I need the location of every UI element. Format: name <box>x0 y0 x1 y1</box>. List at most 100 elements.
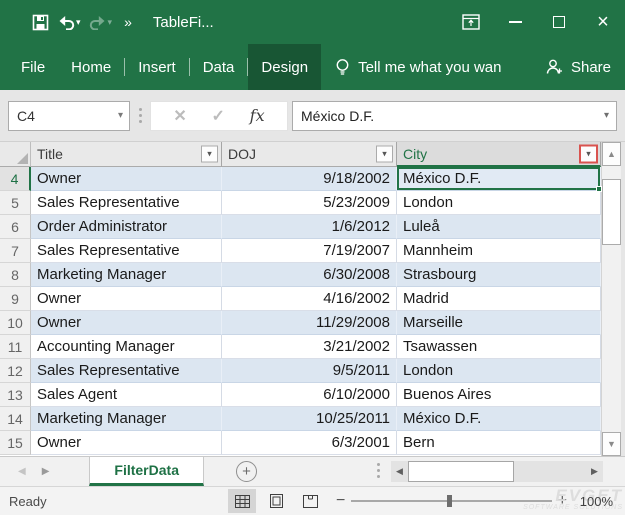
save-button[interactable] <box>30 9 51 35</box>
row-header[interactable]: 4 <box>0 167 31 191</box>
cell[interactable]: 5/23/2009 <box>222 191 397 215</box>
row-header[interactable]: 7 <box>0 239 31 263</box>
row-header[interactable]: 11 <box>0 335 31 359</box>
enter-entry-button[interactable]: ✓ <box>212 106 225 126</box>
cancel-entry-button[interactable]: ✕ <box>173 106 186 126</box>
tab-file[interactable]: File <box>8 44 58 90</box>
horizontal-scrollbar-thumb[interactable] <box>408 461 514 482</box>
qat-overflow-button[interactable]: » <box>124 14 131 30</box>
cell[interactable]: Marseille <box>397 311 601 335</box>
zoom-slider-thumb[interactable] <box>447 495 452 507</box>
cell[interactable]: Madrid <box>397 287 601 311</box>
formula-bar-input[interactable]: México D.F. ▾ <box>292 101 617 131</box>
row-header[interactable]: 6 <box>0 215 31 239</box>
cell[interactable]: Sales Representative <box>31 191 222 215</box>
row-header[interactable]: 8 <box>0 263 31 287</box>
cell[interactable]: Mannheim <box>397 239 601 263</box>
cell[interactable]: 3/21/2002 <box>222 335 397 359</box>
cell[interactable]: Owner <box>31 431 222 455</box>
scroll-right-button[interactable]: ▶ <box>586 461 603 482</box>
cell[interactable]: 6/3/2001 <box>222 431 397 455</box>
cell[interactable]: Accounting Manager <box>31 335 222 359</box>
cell[interactable]: 7/19/2007 <box>222 239 397 263</box>
sheetbar-grip[interactable] <box>371 463 385 478</box>
row-header[interactable]: 9 <box>0 287 31 311</box>
horizontal-scrollbar-track[interactable] <box>514 461 586 482</box>
normal-view-button[interactable] <box>228 489 256 513</box>
cell[interactable]: 4/16/2002 <box>222 287 397 311</box>
filter-button-doj[interactable]: ▾ <box>376 146 393 163</box>
zoom-level[interactable]: 100% <box>580 494 613 509</box>
cell[interactable]: 6/30/2008 <box>222 263 397 287</box>
tab-data[interactable]: Data <box>190 44 248 90</box>
vertical-scrollbar[interactable]: ▲ ▼ <box>601 142 621 456</box>
tab-home[interactable]: Home <box>58 44 124 90</box>
zoom-in-button[interactable]: + <box>552 492 573 510</box>
sheet-tab-filterdata[interactable]: FilterData <box>89 457 204 486</box>
vertical-scrollbar-thumb[interactable] <box>602 179 621 245</box>
cell[interactable]: Sales Representative <box>31 359 222 383</box>
redo-button[interactable]: ▾ <box>87 9 115 35</box>
formula-bar-grip[interactable] <box>133 108 147 123</box>
cell[interactable]: Marketing Manager <box>31 263 222 287</box>
tab-insert[interactable]: Insert <box>125 44 189 90</box>
cell[interactable]: Strasbourg <box>397 263 601 287</box>
zoom-slider-track[interactable] <box>351 500 551 502</box>
active-cell[interactable]: México D.F. <box>397 167 601 191</box>
formula-bar-expand-icon[interactable]: ▾ <box>604 110 609 121</box>
fill-handle[interactable] <box>596 186 602 192</box>
cell[interactable]: Owner <box>31 167 222 191</box>
page-break-preview-button[interactable] <box>296 489 324 513</box>
cell[interactable]: Luleå <box>397 215 601 239</box>
zoom-out-button[interactable]: − <box>330 492 351 510</box>
cell[interactable]: Owner <box>31 287 222 311</box>
cell[interactable]: Marketing Manager <box>31 407 222 431</box>
name-box-dropdown-icon[interactable]: ▾ <box>118 110 123 121</box>
next-sheet-button[interactable]: ▶ <box>42 466 50 477</box>
close-button[interactable]: × <box>581 0 625 44</box>
column-header-city[interactable]: City ▾ <box>397 142 601 167</box>
cell[interactable]: Tsawassen <box>397 335 601 359</box>
cell[interactable]: Buenos Aires <box>397 383 601 407</box>
previous-sheet-button[interactable]: ◀ <box>18 466 26 477</box>
cell[interactable]: 10/25/2011 <box>222 407 397 431</box>
cell[interactable]: México D.F. <box>397 407 601 431</box>
cell[interactable]: 9/5/2011 <box>222 359 397 383</box>
row-header[interactable]: 14 <box>0 407 31 431</box>
cell[interactable]: Order Administrator <box>31 215 222 239</box>
cell[interactable]: Sales Representative <box>31 239 222 263</box>
column-header-title[interactable]: Title ▾ <box>31 142 222 167</box>
page-layout-view-button[interactable] <box>262 489 290 513</box>
new-sheet-button[interactable]: + <box>236 461 257 482</box>
cell[interactable]: London <box>397 191 601 215</box>
row-header[interactable]: 5 <box>0 191 31 215</box>
cell[interactable]: Bern <box>397 431 601 455</box>
insert-function-button[interactable]: fx <box>250 106 265 125</box>
name-box[interactable]: C4 ▾ <box>8 101 130 131</box>
share-button[interactable]: Share <box>544 44 611 90</box>
cell[interactable]: 1/6/2012 <box>222 215 397 239</box>
cell[interactable]: 6/10/2000 <box>222 383 397 407</box>
column-header-doj[interactable]: DOJ ▾ <box>222 142 397 167</box>
cell[interactable]: Sales Agent <box>31 383 222 407</box>
horizontal-scrollbar[interactable]: ◀ ▶ <box>391 461 603 482</box>
scroll-down-button[interactable]: ▼ <box>602 432 621 456</box>
cell[interactable]: 11/29/2008 <box>222 311 397 335</box>
select-all-corner[interactable] <box>0 142 31 167</box>
cell[interactable]: London <box>397 359 601 383</box>
redo-dropdown[interactable]: ▾ <box>108 17 113 28</box>
cell[interactable]: 9/18/2002 <box>222 167 397 191</box>
maximize-button[interactable] <box>537 0 581 44</box>
row-header[interactable]: 12 <box>0 359 31 383</box>
row-header[interactable]: 10 <box>0 311 31 335</box>
tab-design[interactable]: Design <box>248 44 321 90</box>
row-header[interactable]: 13 <box>0 383 31 407</box>
tell-me-box[interactable]: Tell me what you wan <box>335 44 501 90</box>
scroll-up-button[interactable]: ▲ <box>602 142 621 166</box>
ribbon-display-options-button[interactable] <box>449 0 493 44</box>
undo-dropdown[interactable]: ▾ <box>76 17 81 28</box>
scroll-left-button[interactable]: ◀ <box>391 461 408 482</box>
row-header[interactable]: 15 <box>0 431 31 455</box>
cell[interactable]: Owner <box>31 311 222 335</box>
filter-button-title[interactable]: ▾ <box>201 146 218 163</box>
